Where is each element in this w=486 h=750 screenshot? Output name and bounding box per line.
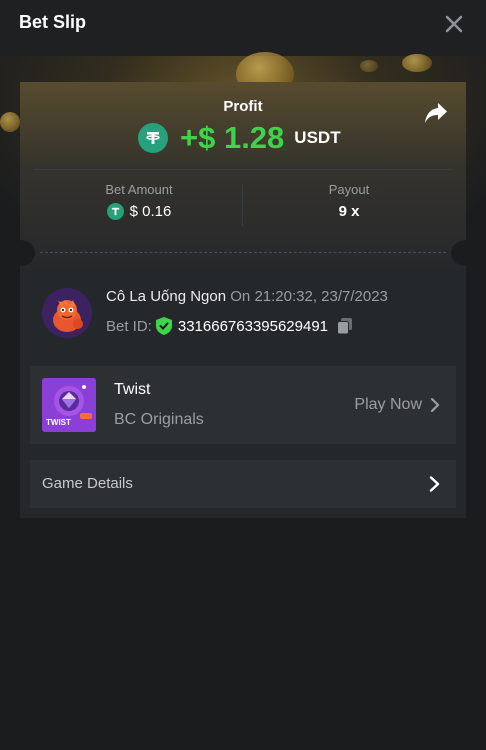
- share-icon[interactable]: [424, 102, 448, 124]
- dashed-divider: [40, 252, 446, 253]
- bet-slip-header: Bet Slip: [0, 0, 486, 56]
- game-provider: BC Originals: [114, 411, 204, 428]
- username[interactable]: Cô La Uống Ngon: [106, 288, 226, 305]
- shield-check-icon: [155, 317, 172, 335]
- tether-icon: [106, 203, 124, 220]
- bet-time: On 21:20:32, 23/7/2023: [230, 288, 388, 305]
- bet-id-label: Bet ID:: [106, 317, 152, 335]
- game-row[interactable]: TWIST Twist BC Originals Play Now: [30, 366, 456, 444]
- close-icon[interactable]: [444, 14, 464, 34]
- play-now-button[interactable]: Play Now: [354, 396, 440, 414]
- chevron-right-icon: [430, 398, 440, 412]
- profit-row: +$ 1.28 USDT: [138, 118, 341, 158]
- bet-amount-stat: Bet Amount $ 0.16: [34, 182, 244, 220]
- play-now-label: Play Now: [354, 396, 422, 413]
- divider: [34, 169, 452, 170]
- divider: [242, 184, 243, 226]
- bet-id-row: Bet ID: 331666763395629491: [106, 317, 354, 335]
- tether-icon: [138, 123, 168, 153]
- payout-label: Payout: [328, 182, 370, 197]
- coin-decoration: [402, 54, 432, 72]
- chevron-right-icon: [429, 476, 440, 492]
- profit-label: Profit: [223, 98, 263, 115]
- bet-slip-card: Profit +$ 1.28 USDT Bet Amount $ 0.16 Pa…: [20, 82, 466, 518]
- copy-icon[interactable]: [336, 317, 354, 335]
- bet-amount-value-row: $ 0.16: [34, 203, 244, 220]
- profit-currency: USDT: [294, 128, 341, 147]
- game-thumb-label: TWIST: [46, 418, 71, 427]
- page-title: Bet Slip: [19, 12, 87, 32]
- payout-value: 9 x: [338, 203, 360, 220]
- game-thumbnail: TWIST: [42, 378, 96, 432]
- bet-id-value: 331666763395629491: [177, 317, 329, 335]
- profit-amount: +$ 1.28: [180, 120, 285, 155]
- user-info: Cô La Uống Ngon On 21:20:32, 23/7/2023: [106, 288, 388, 305]
- avatar[interactable]: [42, 288, 92, 338]
- payout-stat: Payout 9 x: [244, 182, 454, 220]
- bet-amount-value: $ 0.16: [129, 203, 172, 220]
- bet-amount-label: Bet Amount: [105, 182, 173, 197]
- coin-decoration: [0, 112, 20, 132]
- game-name: Twist: [114, 381, 151, 398]
- game-details-row[interactable]: Game Details: [30, 460, 456, 508]
- coin-decoration: [360, 60, 378, 72]
- game-details-label: Game Details: [42, 475, 133, 492]
